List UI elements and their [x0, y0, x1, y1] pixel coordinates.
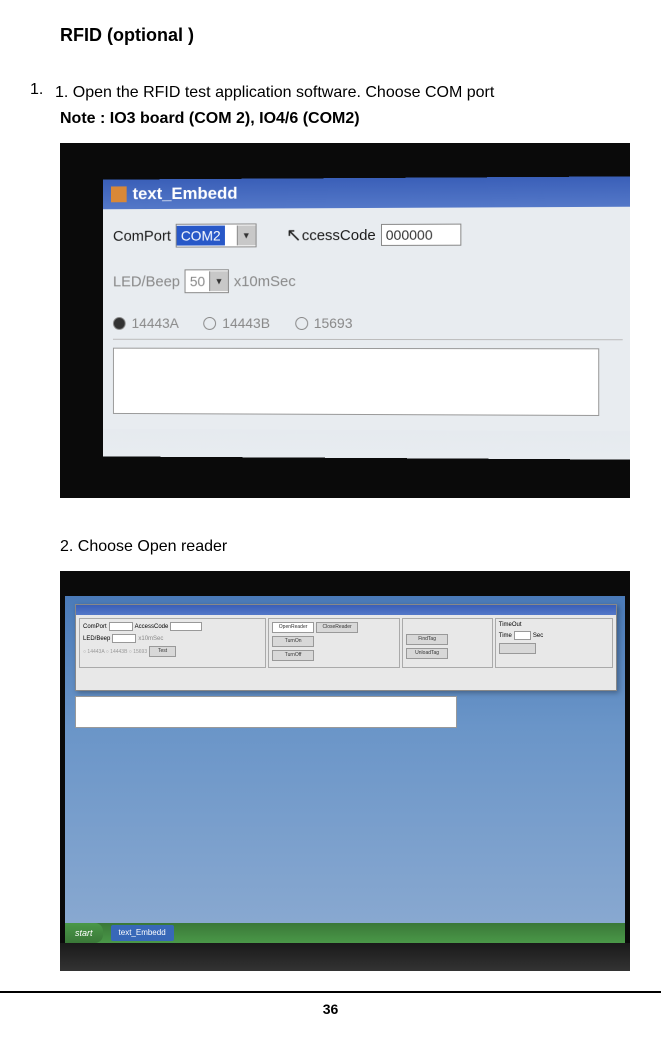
radio-group[interactable]: ○ 14443A ○ 14443B ○ 15693: [83, 649, 147, 655]
accesscode-label: AccessCode: [135, 624, 169, 630]
radio-label: 15693: [314, 315, 353, 331]
radio-label: 14443A: [132, 315, 179, 331]
panel-mid: OpenReader CloseReader TurnOn TurnOff: [268, 618, 400, 668]
time-label: Time: [499, 633, 512, 639]
ledbeep-unit: x10mSec: [234, 273, 296, 290]
window-title: text_Embedd: [133, 184, 238, 204]
step-1-item: 1. 1. Open the RFID test application sof…: [30, 81, 631, 105]
comport-label: ComPort: [113, 227, 171, 244]
output-listbox[interactable]: [75, 696, 457, 728]
step-2-text: 2. Choose Open reader: [60, 538, 631, 556]
dropdown-icon[interactable]: ▼: [236, 225, 255, 245]
comport-value: COM2: [177, 226, 225, 246]
ledbeep-label: LED/Beep: [83, 636, 110, 642]
comport-combo[interactable]: COM2 ▼: [176, 223, 256, 247]
comport-label: ComPort: [83, 624, 107, 630]
sec-label: Sec: [533, 633, 543, 639]
accesscode-label: ccessCode: [302, 226, 376, 243]
radio-icon: [113, 317, 126, 330]
ledbeep-combo[interactable]: 50 ▼: [185, 269, 229, 293]
output-textarea[interactable]: [113, 348, 599, 416]
window-titlebar: text_Embedd: [103, 176, 630, 209]
taskbar: start text_Embedd: [65, 923, 625, 943]
test-button[interactable]: Test: [149, 646, 176, 657]
app-icon: [111, 186, 127, 202]
action-button[interactable]: [499, 643, 536, 654]
radio-14443b[interactable]: 14443B: [204, 315, 270, 331]
close-reader-button[interactable]: CloseReader: [316, 622, 358, 633]
panel-left: ComPort AccessCode LED/Beep x10mSec ○ 14…: [79, 618, 266, 668]
radio-label: 14443B: [222, 315, 270, 331]
radio-15693[interactable]: 15693: [295, 315, 353, 331]
cursor-icon: ↖: [286, 224, 302, 247]
app-window: ComPort AccessCode LED/Beep x10mSec ○ 14…: [75, 604, 617, 691]
open-reader-button[interactable]: OpenReader: [272, 622, 314, 633]
desktop: ComPort AccessCode LED/Beep x10mSec ○ 14…: [65, 596, 625, 923]
start-button[interactable]: start: [65, 923, 103, 943]
radio-icon: [295, 317, 308, 330]
findtag-button[interactable]: FindTag: [406, 634, 448, 645]
comport-combo[interactable]: [109, 622, 133, 631]
step-1-number: 1.: [30, 81, 55, 105]
accesscode-input[interactable]: 000000: [381, 224, 461, 246]
page-number: 36: [0, 993, 661, 1032]
timeout-label: TimeOut: [499, 622, 522, 628]
unloadtag-button[interactable]: UnloadTag: [406, 648, 448, 659]
laptop-frame: [60, 943, 630, 971]
taskbar-item[interactable]: text_Embedd: [111, 925, 174, 941]
window-titlebar: [76, 605, 616, 615]
ledbeep-value: 50: [186, 271, 209, 291]
step-1-text: 1. Open the RFID test application softwa…: [55, 81, 494, 105]
radio-14443a[interactable]: 14443A: [113, 315, 179, 331]
ledbeep-input[interactable]: [112, 634, 136, 643]
section-title: RFID (optional ): [60, 25, 631, 46]
accesscode-input[interactable]: [170, 622, 202, 631]
panel-right: TimeOut Time Sec: [495, 618, 613, 668]
turnoff-button[interactable]: TurnOff: [272, 650, 314, 661]
screenshot-1: text_Embedd ComPort COM2 ▼ ↖ ccessCode 0…: [60, 143, 630, 498]
screenshot-2: ComPort AccessCode LED/Beep x10mSec ○ 14…: [60, 571, 630, 971]
dropdown-icon[interactable]: ▼: [209, 271, 228, 291]
turnon-button[interactable]: TurnOn: [272, 636, 314, 647]
panel-mid2: FindTag UnloadTag: [402, 618, 493, 668]
ledbeep-label: LED/Beep: [113, 273, 180, 290]
radio-icon: [204, 317, 217, 330]
step-1-note: Note : IO3 board (COM 2), IO4/6 (COM2): [60, 110, 631, 128]
time-input[interactable]: [514, 631, 531, 640]
